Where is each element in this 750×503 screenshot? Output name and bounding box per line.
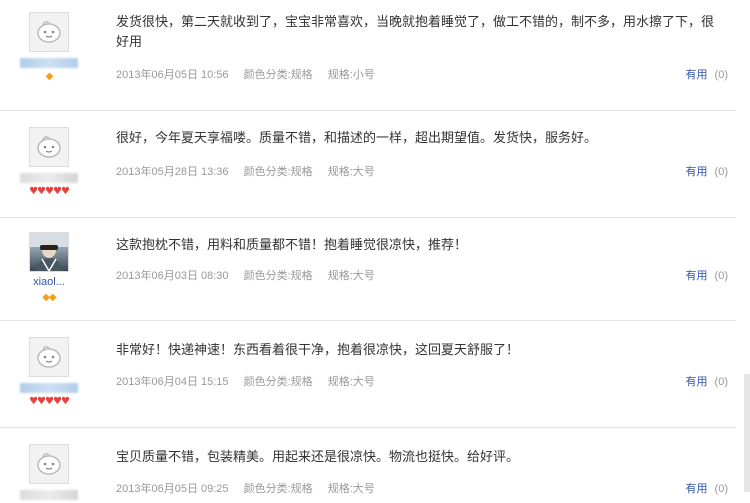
- sku-spec: 规格:大号: [327, 483, 375, 495]
- face-icon: [37, 136, 61, 158]
- useful-button[interactable]: 有用: [685, 166, 707, 178]
- avatar[interactable]: [29, 127, 69, 167]
- useful-vote: 有用 (0): [685, 267, 728, 283]
- buyer-rank-icon: ♥♥♥♥♥: [29, 396, 70, 407]
- avatar[interactable]: [29, 232, 69, 272]
- sku-spec: 规格:大号: [327, 270, 375, 282]
- avatar[interactable]: [29, 12, 69, 52]
- reviewer-info: ♥♥♥♥♥: [14, 127, 84, 197]
- avatar[interactable]: [29, 337, 69, 377]
- review-date: 2013年06月05日 10:56: [116, 69, 229, 81]
- username-blurred[interactable]: [20, 173, 78, 183]
- username[interactable]: xiaol...: [14, 276, 84, 289]
- useful-count: (0): [714, 69, 728, 81]
- useful-button[interactable]: 有用: [685, 376, 707, 388]
- useful-vote: 有用 (0): [685, 373, 728, 389]
- face-icon: [37, 21, 61, 43]
- username-blurred[interactable]: [20, 490, 78, 500]
- reviewer-info: ◆: [14, 12, 84, 82]
- review-item: ♥♥♥♥♥ 很好，今年夏天享福喽。质量不错，和描述的一样，超出期望值。发货快，服…: [0, 111, 736, 218]
- useful-button[interactable]: 有用: [685, 69, 707, 81]
- review-comment: 非常好！快递神速！东西看着很干净，抱着很凉快，这回夏天舒服了！: [116, 343, 520, 358]
- review-date: 2013年05月28日 13:36: [116, 166, 229, 178]
- review-meta: 2013年05月28日 13:36 颜色分类:规格 规格:大号: [116, 163, 387, 179]
- review-date: 2013年06月03日 08:30: [116, 270, 229, 282]
- useful-count: (0): [714, 270, 728, 282]
- review-item: ♥♥♥♥♥ 非常好！快递神速！东西看着很干净，抱着很凉快，这回夏天舒服了！ 20…: [0, 321, 736, 428]
- sku-spec: 规格:大号: [327, 376, 375, 388]
- review-meta: 2013年06月03日 08:30 颜色分类:规格 规格:大号: [116, 267, 387, 283]
- review-meta: 2013年06月05日 10:56 颜色分类:规格 规格:小号: [116, 66, 387, 82]
- face-icon: [37, 346, 61, 368]
- buyer-rank-icon: ◆: [45, 71, 54, 82]
- sku-color: 颜色分类:规格: [243, 69, 313, 81]
- review-comment: 这款抱枕不错，用料和质量都不错！抱着睡觉很凉快，推荐！: [116, 238, 468, 253]
- review-list: ◆ 发货很快，第二天就收到了，宝宝非常喜欢，当晚就抱着睡觉了，做工不错的，制不多…: [0, 0, 750, 503]
- useful-count: (0): [714, 166, 728, 178]
- review-item: 宝贝质量不错，包装精美。用起来还是很凉快。物流也挺快。给好评。 2013年06月…: [0, 428, 736, 503]
- reviewer-info: ♥♥♥♥♥: [14, 337, 84, 407]
- useful-vote: 有用 (0): [685, 480, 728, 496]
- username-blurred[interactable]: [20, 383, 78, 393]
- useful-vote: 有用 (0): [685, 66, 728, 82]
- reviewer-info: xiaol... ◆◆: [14, 232, 84, 303]
- sku-color: 颜色分类:规格: [243, 166, 313, 178]
- useful-vote: 有用 (0): [685, 163, 728, 179]
- review-meta: 2013年06月04日 15:15 颜色分类:规格 规格:大号: [116, 373, 387, 389]
- sku-color: 颜色分类:规格: [243, 270, 313, 282]
- avatar[interactable]: [29, 444, 69, 484]
- face-icon: [37, 453, 61, 475]
- scrollbar-track[interactable]: [744, 374, 750, 492]
- review-meta: 2013年06月05日 09:25 颜色分类:规格 规格:大号: [116, 480, 387, 496]
- buyer-rank-icon: ◆◆: [42, 292, 56, 303]
- review-item: ◆ 发货很快，第二天就收到了，宝宝非常喜欢，当晚就抱着睡觉了，做工不错的，制不多…: [0, 0, 736, 111]
- review-comment: 发货很快，第二天就收到了，宝宝非常喜欢，当晚就抱着睡觉了，做工不错的，制不多，用…: [116, 15, 715, 50]
- sku-color: 颜色分类:规格: [243, 376, 313, 388]
- review-date: 2013年06月05日 09:25: [116, 483, 229, 495]
- useful-count: (0): [714, 376, 728, 388]
- reviewer-info: [14, 444, 84, 500]
- review-item: xiaol... ◆◆ 这款抱枕不错，用料和质量都不错！抱着睡觉很凉快，推荐！ …: [0, 218, 736, 321]
- review-comment: 很好，今年夏天享福喽。质量不错，和描述的一样，超出期望值。发货快，服务好。: [116, 131, 598, 146]
- sku-spec: 规格:大号: [327, 166, 375, 178]
- review-comment: 宝贝质量不错，包装精美。用起来还是很凉快。物流也挺快。给好评。: [116, 450, 520, 465]
- sku-spec: 规格:小号: [327, 69, 375, 81]
- buyer-rank-icon: ♥♥♥♥♥: [29, 186, 70, 197]
- photo-avatar: [30, 233, 68, 271]
- sku-color: 颜色分类:规格: [243, 483, 313, 495]
- review-date: 2013年06月04日 15:15: [116, 376, 229, 388]
- username-blurred[interactable]: [20, 58, 78, 68]
- useful-button[interactable]: 有用: [685, 483, 707, 495]
- useful-count: (0): [714, 483, 728, 495]
- useful-button[interactable]: 有用: [685, 270, 707, 282]
